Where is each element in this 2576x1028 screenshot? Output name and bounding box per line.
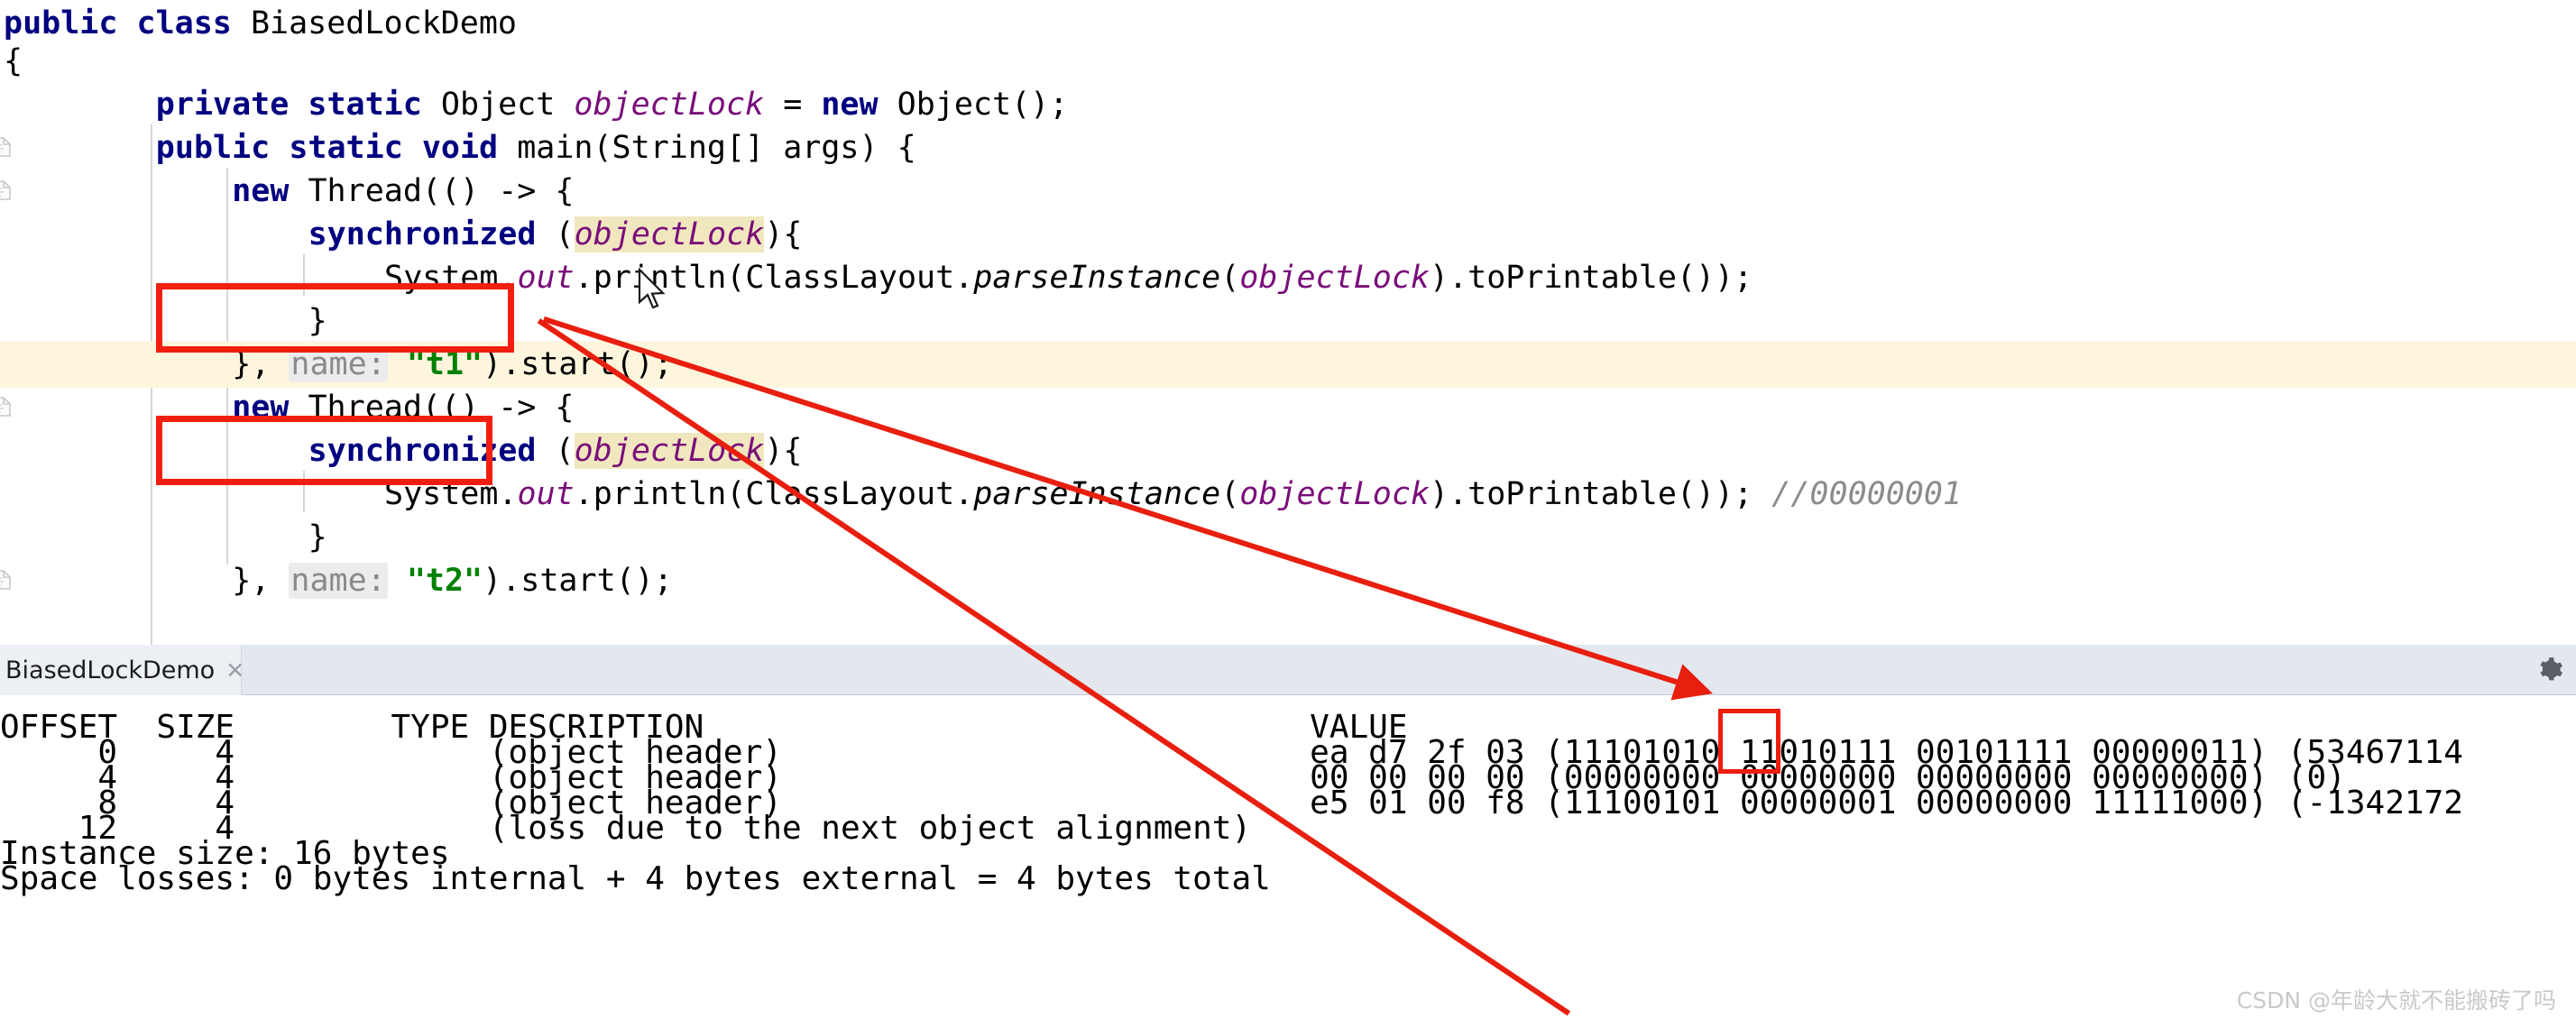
- gear-icon[interactable]: [2536, 656, 2563, 684]
- code-token: objectLock: [574, 87, 765, 123]
- code-token: objectLock: [574, 216, 765, 252]
- code-token: parseInstance: [973, 476, 1221, 512]
- code-token: public: [4, 5, 137, 41]
- code-token: Object: [440, 87, 575, 123]
- code-line[interactable]: }: [0, 514, 2576, 561]
- code-token: private: [155, 87, 308, 123]
- code-token: {: [4, 43, 23, 79]
- code-token: .println(ClassLayout.: [574, 260, 974, 296]
- code-token: "t2": [406, 563, 483, 599]
- code-token: objectLock: [574, 433, 765, 469]
- code-token: void: [421, 130, 518, 166]
- console-toolbar[interactable]: BiasedLockDemo ✕: [0, 645, 2576, 695]
- code-token: //00000001: [1771, 476, 1962, 512]
- code-token: (: [1220, 476, 1240, 512]
- code-token: objectLock: [1239, 476, 1430, 512]
- code-token: objectLock: [1239, 260, 1430, 296]
- code-token: ).toPrintable());: [1429, 476, 1772, 512]
- code-token: BiasedLockDemo: [250, 5, 517, 41]
- code-token: Object();: [897, 87, 1069, 123]
- code-token: public: [155, 130, 290, 166]
- console-tab-label: BiasedLockDemo: [5, 656, 216, 684]
- code-token: ).start();: [483, 563, 673, 599]
- code-token: new: [232, 173, 308, 209]
- mouse-pointer-cursor: [638, 267, 666, 309]
- code-token: name:: [289, 563, 388, 599]
- code-token: Thread(() -> {: [308, 173, 575, 209]
- code-line[interactable]: synchronized (objectLock){: [0, 211, 2576, 258]
- redbox-new-thread-t2: [156, 416, 493, 485]
- code-token: new: [821, 87, 897, 123]
- code-line[interactable]: new Thread(() -> {: [0, 168, 2576, 215]
- code-token: ){: [764, 216, 803, 252]
- code-token: .println(ClassLayout.: [574, 476, 974, 512]
- code-editor[interactable]: public class BiasedLockDemo{private stat…: [0, 0, 2576, 645]
- code-line[interactable]: public static void main(String[] args) {: [0, 124, 2576, 171]
- code-token: out: [517, 260, 575, 296]
- code-token: =: [764, 87, 822, 123]
- code-token: },: [232, 563, 290, 599]
- console-panel[interactable]: BiasedLockDemo ✕ OFFSET SIZE TYPE DESCRI…: [0, 645, 2576, 1028]
- code-token: out: [517, 476, 575, 512]
- redbox-new-thread-t1: [156, 283, 515, 353]
- code-token: ){: [764, 433, 803, 469]
- code-token: synchronized: [308, 216, 556, 252]
- code-line[interactable]: private static Object objectLock = new O…: [0, 81, 2576, 128]
- watermark-text: CSDN @年龄大就不能搬砖了吗: [2236, 987, 2556, 1014]
- close-icon[interactable]: ✕: [225, 657, 244, 684]
- code-token: (: [555, 433, 575, 469]
- console-line: Space losses: 0 bytes internal + 4 bytes…: [0, 860, 1271, 897]
- code-token: (: [555, 216, 575, 252]
- code-token: (: [1220, 260, 1240, 296]
- code-token: static: [289, 130, 422, 166]
- code-line[interactable]: {: [0, 38, 2576, 85]
- code-token: main(String[] args) {: [517, 130, 916, 166]
- code-line[interactable]: }, name: "t2").start();: [0, 557, 2576, 604]
- redbox-lock-bits: [1718, 709, 1781, 774]
- code-token: ).toPrintable());: [1429, 260, 1753, 296]
- code-token: parseInstance: [973, 260, 1221, 296]
- console-tab-biasedlockdemo[interactable]: BiasedLockDemo ✕: [0, 645, 244, 695]
- code-token: }: [308, 519, 327, 555]
- code-token: static: [308, 87, 441, 123]
- code-token: class: [136, 5, 251, 41]
